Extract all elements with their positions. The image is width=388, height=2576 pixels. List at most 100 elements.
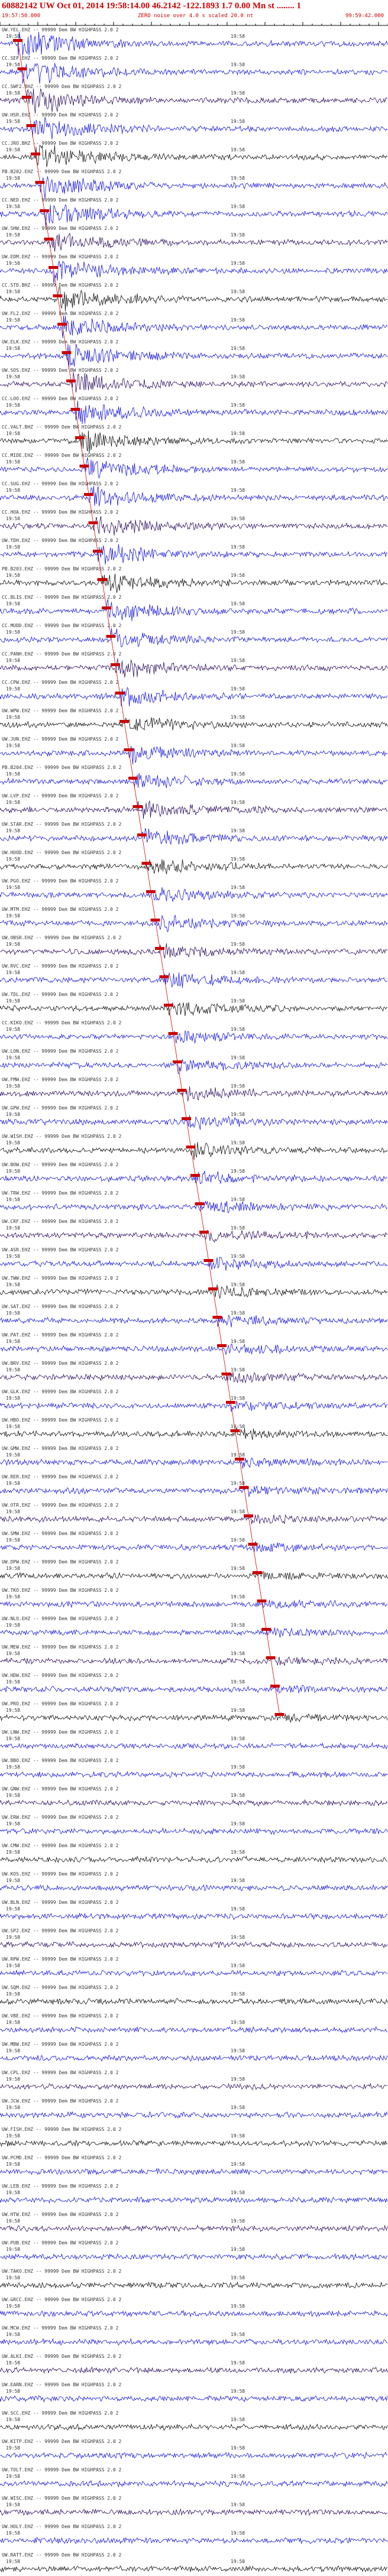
station-trace: UW.ELK.EHZ -- 99999 Dem BW HIGHPASS 2.0 …: [0, 339, 388, 369]
station-label: UW.RATT.EHZ -- 99999 Dem BW HIGHPASS 2.0…: [2, 2552, 121, 2558]
waveform: [0, 1627, 388, 1638]
tick-time-center: 19:58: [231, 2304, 245, 2309]
tick-time-center: 19:58: [231, 2559, 245, 2564]
tick-time-center: 19:58: [231, 771, 245, 777]
station-trace: UW.SCC.EHZ -- 99999 Dem BW HIGHPASS 2.0 …: [0, 2410, 388, 2431]
waveform: [0, 400, 388, 424]
waveform: [0, 1799, 388, 1806]
tick-time-center: 19:58: [231, 1708, 245, 1713]
tick-time-left: 19:58: [6, 1282, 20, 1287]
waveform: [0, 1912, 388, 1920]
waveform: [0, 1855, 388, 1864]
station-label: CC.SUG.EHZ -- 99999 Dem BW HIGHPASS 2.0 …: [2, 481, 119, 486]
waveform: [0, 972, 388, 988]
station-label: UW.TRW.EHZ -- 99999 Dem BW HIGHPASS 2.0 …: [2, 1190, 119, 1196]
station-trace: UW.GLK.EHZ -- 99999 Dem BW HIGHPASS 2.0 …: [0, 1389, 388, 1412]
tick-time-center: 19:58: [231, 1112, 245, 1117]
station-label: CC.HOA.EHZ -- 99999 Dem BW HIGHPASS 2.0 …: [2, 510, 119, 515]
tick-time-left: 19:58: [6, 601, 20, 606]
tick-time-center: 19:58: [231, 232, 245, 238]
tick-time-left: 19:58: [6, 2530, 20, 2536]
tick-time-left: 19:58: [6, 2133, 20, 2139]
waveform: [0, 2423, 388, 2431]
station-label: UW.YEL.EHZ -- 99999 Dem BW HIGHPASS 2.0 …: [2, 27, 119, 33]
station-label: UW.OTR.EHZ -- 99999 Dem BW HIGHPASS 2.0 …: [2, 1503, 119, 1508]
tick-time-center: 19:58: [231, 1055, 245, 1060]
station-label: UW.EARN.EHZ -- 99999 Dem BW HIGHPASS 2.0…: [2, 2382, 121, 2387]
tick-time-left: 19:58: [6, 1850, 20, 1855]
tick-time-left: 19:58: [6, 1708, 20, 1713]
tick-time-left: 19:58: [6, 1254, 20, 1259]
waveform: [0, 204, 388, 227]
tick-time-center: 19:58: [231, 2530, 245, 2536]
waveform: [0, 1969, 388, 1977]
tick-time-center: 19:58: [231, 686, 245, 692]
waveform: [0, 773, 388, 789]
tick-time-left: 19:58: [6, 1764, 20, 1770]
station-trace: UW.LNW.EHZ -- 99999 Dem BW HIGHPASS 2.0 …: [0, 1730, 388, 1750]
station-label: UW.SQM.EHZ -- 99999 Dem BW HIGHPASS 2.0 …: [2, 1985, 119, 1990]
waveform: [0, 2565, 388, 2573]
station-trace: UW.LVP.EHZ -- 99999 Dem BW HIGHPASS 2.0 …: [0, 793, 388, 819]
waveform: [0, 1771, 388, 1779]
tick-time-left: 19:58: [6, 431, 20, 436]
station-trace: UW.SMW.EHZ -- 99999 Dem BW HIGHPASS 2.0 …: [0, 1531, 388, 1553]
tick-time-left: 19:58: [6, 1651, 20, 1656]
tick-time-center: 19:58: [231, 942, 245, 947]
waveform: [0, 628, 388, 648]
station-label: UW.JCW.EHZ -- 99999 Dem BW HIGHPASS 2.0 …: [2, 2098, 119, 2104]
tick-time-center: 19:58: [231, 2105, 245, 2110]
waveform: [0, 1141, 388, 1160]
tick-time-center: 19:58: [231, 856, 245, 862]
station-trace: UW.FISH.EHZ -- 99999 Dem BW HIGHPASS 2.0…: [0, 2127, 388, 2147]
station-trace: PB.B204.EHZ -- 99999 Dem BW HIGHPASS 2.0…: [0, 765, 388, 789]
station-trace: UW.PRO.EHZ -- 99999 Dem BW HIGHPASS 2.0 …: [0, 1701, 388, 1724]
tick-time-left: 19:58: [6, 913, 20, 919]
station-trace: PB.B202.EHZ -- 99999 Dem BW HIGHPASS 2.0…: [0, 169, 388, 199]
waveform: [0, 2309, 388, 2318]
waveform: [0, 2338, 388, 2346]
station-label: UW.MTM.EHZ -- 99999 Dem BW HIGHPASS 2.0 …: [2, 907, 119, 912]
station-label: UW.SAT.EHZ -- 99999 Dem BW HIGHPASS 2.0 …: [2, 1304, 119, 1309]
tick-time-left: 19:58: [6, 856, 20, 862]
tick-time-left: 19:58: [6, 2020, 20, 2025]
tick-time-left: 19:58: [6, 2162, 20, 2167]
tick-time-left: 19:58: [6, 261, 20, 266]
station-trace: UW.ASR.EHZ -- 99999 Dem BW HIGHPASS 2.0 …: [0, 1247, 388, 1271]
station-trace: UW.MCW.EHZ -- 99999 Dem BW HIGHPASS 2.0 …: [0, 2325, 388, 2346]
station-label: UW.ASR.EHZ -- 99999 Dem BW HIGHPASS 2.0 …: [2, 1247, 119, 1253]
station-trace: UW.TRW.EHZ -- 99999 Dem BW HIGHPASS 2.0 …: [0, 1190, 388, 1214]
waveform: [0, 746, 388, 765]
station-trace: UW.SOS.EHZ -- 99999 Dem BW HIGHPASS 2.0 …: [0, 368, 388, 393]
tick-time-left: 19:58: [6, 1112, 20, 1117]
station-label: CC.BLIS.EHZ -- 99999 Dem BW HIGHPASS 2.0…: [2, 595, 121, 600]
tick-time-left: 19:58: [6, 658, 20, 663]
station-label: UW.FISH.EHZ -- 99999 Dem BW HIGHPASS 2.0…: [2, 2127, 121, 2132]
station-trace: UW.JUN.EHZ -- 99999 Dem BW HIGHPASS 2.0 …: [0, 737, 388, 765]
tick-time-center: 19:58: [231, 1537, 245, 1543]
tick-time-left: 19:58: [6, 1537, 20, 1543]
tick-time-center: 19:58: [231, 1878, 245, 1883]
waveform: [0, 2168, 388, 2176]
waveform: [0, 485, 388, 507]
tick-time-left: 19:58: [6, 459, 20, 465]
tick-time-left: 19:58: [6, 1906, 20, 1912]
waveform: [0, 31, 388, 56]
waveform: [0, 1257, 388, 1271]
tick-time-left: 19:58: [6, 2360, 20, 2366]
waveform: [0, 1115, 388, 1130]
station-trace: UW.PAT.EHZ -- 99999 Dem BW HIGHPASS 2.0 …: [0, 1332, 388, 1355]
station-trace: UW.HDW.EHZ -- 99999 Dem BW HIGHPASS 2.0 …: [0, 1673, 388, 1694]
station-trace: UW.LEB.EHZ -- 99999 Dem BW HIGHPASS 2.0 …: [0, 2184, 388, 2204]
tick-time-left: 19:58: [6, 573, 20, 578]
station-label: CC.SWF2.BHZ -- 99999 Dem BW HIGHPASS 2.0…: [2, 84, 121, 89]
station-trace: CC.MUDD.EHZ -- 99999 Dem BW HIGHPASS 2.0…: [0, 623, 388, 648]
station-label: UW.HBO.EHZ -- 99999 Dem BW HIGHPASS 2.0 …: [2, 1417, 119, 1423]
tick-time-center: 19:58: [231, 2162, 245, 2167]
station-label: PB.B203.EHZ -- 99999 Dem BW HIGHPASS 2.0…: [2, 566, 121, 572]
tick-time-left: 19:58: [6, 1396, 20, 1401]
station-trace: UW.WPW.EHZ -- 99999 Dem BW HIGHPASS 2.0 …: [0, 708, 388, 731]
station-trace: UW.CPL.EHZ -- 99999 Dem BW HIGHPASS 2.0 …: [0, 2070, 387, 2090]
header-subline: 19:57:50.000 ZERO noise over 4.0 s scale…: [2, 13, 386, 20]
tick-time-center: 19:58: [231, 2389, 245, 2394]
